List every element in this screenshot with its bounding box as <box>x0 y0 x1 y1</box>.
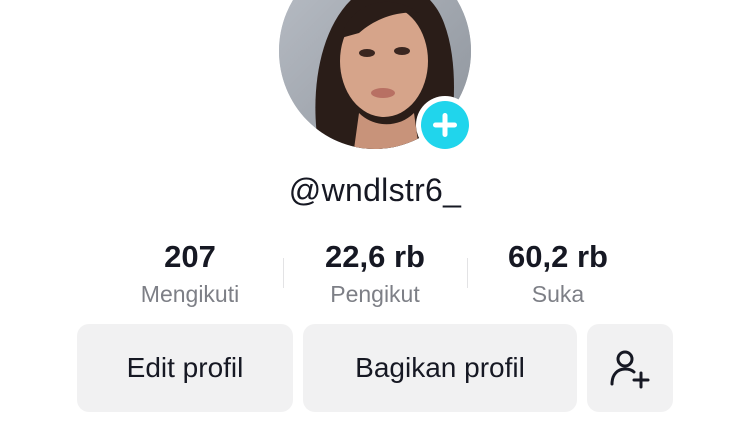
stat-divider <box>283 258 284 288</box>
add-badge-inner <box>421 101 469 149</box>
add-user-icon <box>610 350 650 389</box>
stat-value: 22,6 rb <box>325 239 425 274</box>
avatar-container <box>279 0 474 154</box>
stat-likes[interactable]: 60,2 rb Suka <box>458 238 658 309</box>
stat-followers[interactable]: 22,6 rb Pengikut <box>275 238 475 309</box>
profile-header: @wndlstr6_ 207 Mengikuti 22,6 rb Pengiku… <box>0 0 750 422</box>
edit-profile-button[interactable]: Edit profil <box>77 324 293 412</box>
username: @wndlstr6_ <box>288 172 462 208</box>
share-profile-button[interactable]: Bagikan profil <box>303 324 577 412</box>
stat-divider <box>467 258 468 288</box>
profile-stats: 207 Mengikuti 22,6 rb Pengikut 60,2 rb S… <box>0 238 750 318</box>
stat-label: Pengikut <box>330 281 420 307</box>
stat-value: 60,2 rb <box>508 239 608 274</box>
stat-following[interactable]: 207 Mengikuti <box>90 238 290 309</box>
add-friend-button[interactable] <box>587 324 673 412</box>
stat-label: Suka <box>531 281 585 307</box>
stat-label: Mengikuti <box>140 281 240 307</box>
add-story-button[interactable] <box>416 96 474 154</box>
plus-icon <box>433 113 457 137</box>
stat-value: 207 <box>164 239 216 274</box>
